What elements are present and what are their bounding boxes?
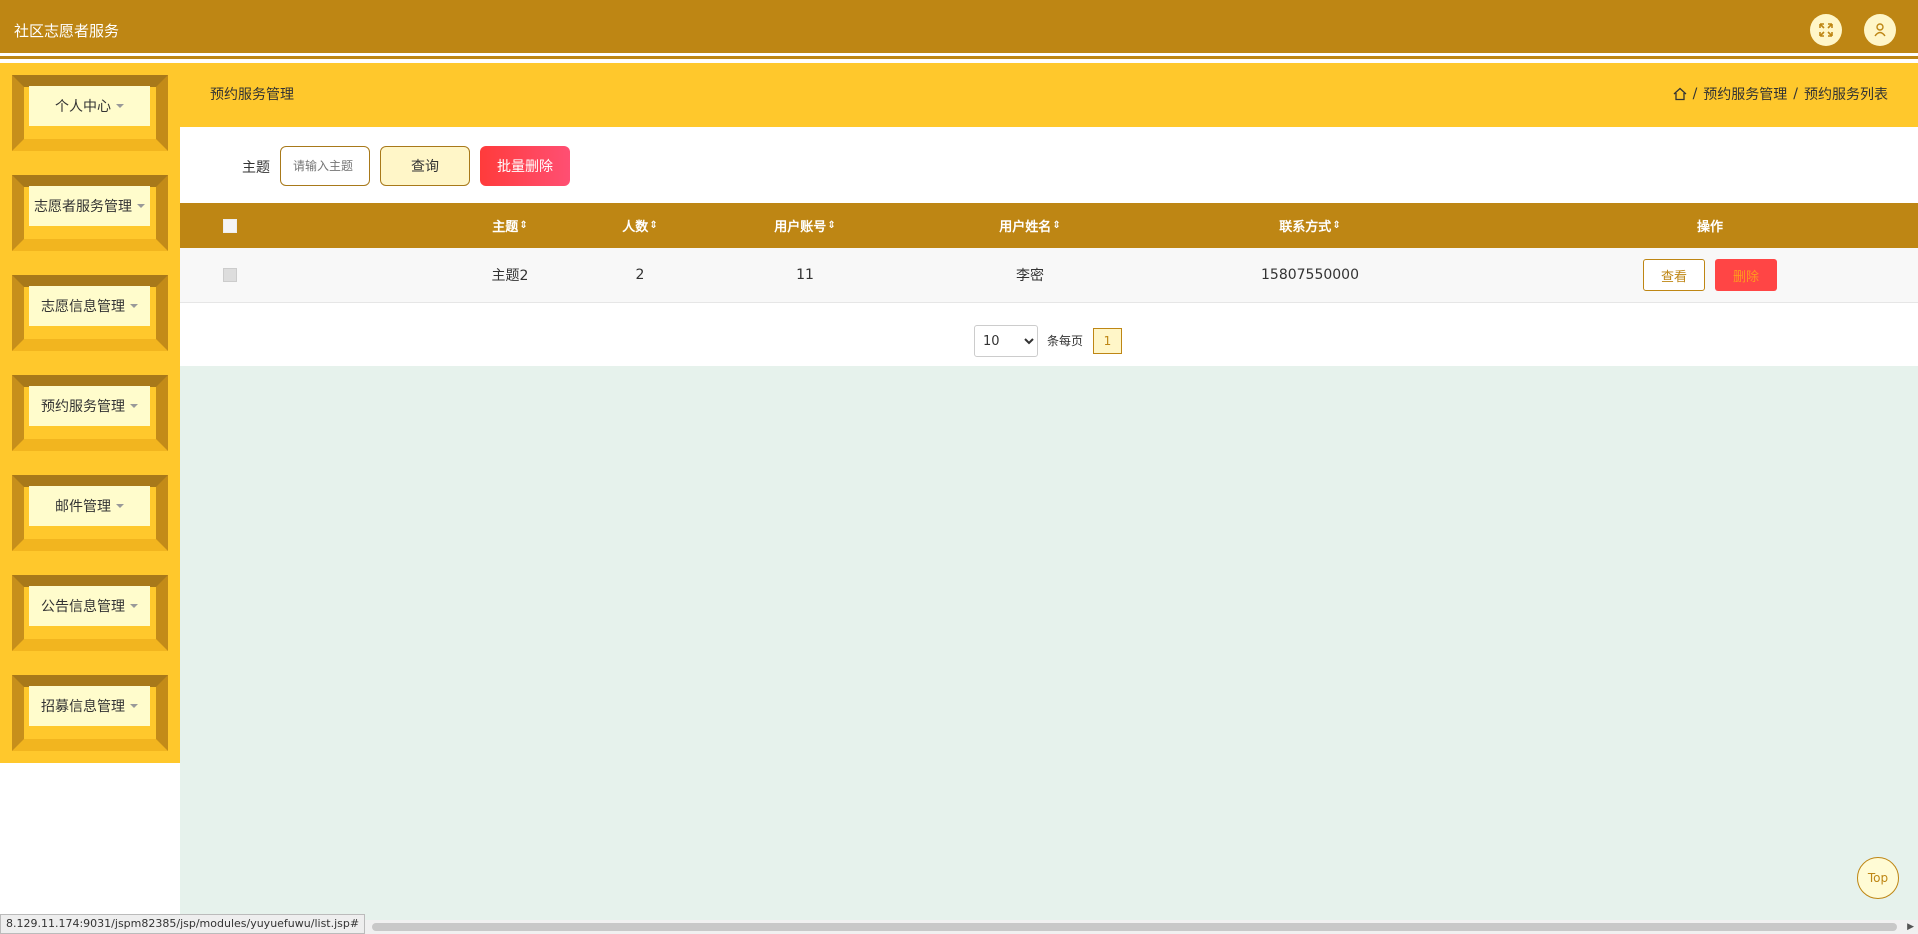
sidebar-button[interactable]: 预约服务管理 xyxy=(29,386,150,426)
caret-down-icon xyxy=(116,104,124,108)
sidebar-item-reservation: 预约服务管理 xyxy=(0,363,180,463)
column-header-topic[interactable]: 主题 ⇕ xyxy=(480,203,540,248)
cell-count: 2 xyxy=(635,267,645,283)
caret-down-icon xyxy=(130,404,138,408)
cell-contact: 15807550000 xyxy=(1261,267,1359,283)
caret-down-icon xyxy=(116,504,124,508)
sidebar: 个人中心 志愿者服务管理 志愿信息管理 预约服务管理 邮件管理 公告信息管理 招… xyxy=(0,63,180,763)
header-divider xyxy=(0,53,1918,63)
table-row: 主题2 2 11 李密 15807550000 查看 删除 xyxy=(180,248,1918,303)
per-page-label: 条每页 xyxy=(1047,334,1084,348)
column-header-count[interactable]: 人数 ⇕ xyxy=(610,203,670,248)
search-label: 主题 xyxy=(242,160,270,176)
page-number-button[interactable]: 1 xyxy=(1093,328,1122,354)
sort-icon: ⇕ xyxy=(1052,220,1061,231)
row-checkbox[interactable] xyxy=(223,268,237,282)
breadcrumb-separator: / xyxy=(1793,86,1798,102)
sidebar-item-label: 邮件管理 xyxy=(55,499,111,515)
sidebar-item-announcement: 公告信息管理 xyxy=(0,563,180,663)
sort-icon: ⇕ xyxy=(649,220,658,231)
sidebar-button[interactable]: 招募信息管理 xyxy=(29,686,150,726)
sidebar-button[interactable]: 志愿信息管理 xyxy=(29,286,150,326)
caret-down-icon xyxy=(137,204,145,208)
fullscreen-icon[interactable] xyxy=(1810,14,1842,46)
status-bar-url: 8.129.11.174:9031/jspm82385/jsp/modules/… xyxy=(0,914,366,934)
sidebar-item-label: 公告信息管理 xyxy=(41,599,125,615)
delete-button[interactable]: 删除 xyxy=(1715,259,1777,291)
breadcrumb-separator: / xyxy=(1692,86,1698,102)
sidebar-item-volunteer-service: 志愿者服务管理 xyxy=(0,163,180,263)
sidebar-item-label: 预约服务管理 xyxy=(41,399,125,415)
sort-icon: ⇕ xyxy=(1332,220,1341,231)
home-icon[interactable] xyxy=(1673,87,1687,101)
sidebar-item-label: 招募信息管理 xyxy=(41,699,125,715)
sidebar-item-mail: 邮件管理 xyxy=(0,463,180,563)
sidebar-button[interactable]: 邮件管理 xyxy=(29,486,150,526)
back-to-top-button[interactable]: Top xyxy=(1857,857,1899,899)
page-size-select[interactable]: 10 xyxy=(974,325,1038,357)
cell-name: 李密 xyxy=(1016,268,1044,284)
expand-arrows-icon xyxy=(1819,23,1833,37)
column-header-actions: 操作 xyxy=(1696,220,1723,235)
column-header-contact[interactable]: 联系方式 ⇕ xyxy=(1235,203,1385,248)
breadcrumb: / 预约服务管理 / 预约服务列表 xyxy=(1673,84,1888,104)
sort-icon: ⇕ xyxy=(519,220,528,231)
sidebar-item-volunteer-info: 志愿信息管理 xyxy=(0,263,180,363)
app-title: 社区志愿者服务 xyxy=(14,22,120,40)
select-all-checkbox[interactable] xyxy=(223,218,237,233)
top-bar: 社区志愿者服务 xyxy=(0,0,1918,53)
sort-icon: ⇕ xyxy=(827,220,836,231)
view-button[interactable]: 查看 xyxy=(1643,259,1705,291)
sidebar-item-label: 志愿者服务管理 xyxy=(34,199,132,215)
breadcrumb-bar: 预约服务管理 / 预约服务管理 / 预约服务列表 xyxy=(180,63,1918,127)
user-icon[interactable] xyxy=(1864,14,1896,46)
pagination: 10 条每页 1 xyxy=(180,303,1918,366)
person-icon xyxy=(1874,23,1886,37)
page-title: 预约服务管理 xyxy=(210,87,294,103)
caret-down-icon xyxy=(130,704,138,708)
breadcrumb-item: 预约服务列表 xyxy=(1804,87,1888,103)
search-input[interactable] xyxy=(280,146,370,186)
cell-topic: 主题2 xyxy=(491,268,529,284)
query-button[interactable]: 查询 xyxy=(380,146,470,186)
breadcrumb-item[interactable]: 预约服务管理 xyxy=(1703,84,1787,104)
scroll-right-icon[interactable]: ▶ xyxy=(1907,922,1914,932)
sidebar-item-personal-center: 个人中心 xyxy=(0,63,180,163)
cell-account: 11 xyxy=(796,267,814,283)
cell-actions: 查看 删除 xyxy=(1630,248,1790,302)
sidebar-item-label: 个人中心 xyxy=(55,99,111,115)
sidebar-blank xyxy=(0,763,180,934)
table-header: 主题 ⇕ 人数 ⇕ 用户账号 ⇕ 用户姓名 ⇕ 联系方式 ⇕ 操作 xyxy=(180,203,1918,248)
column-header-name[interactable]: 用户姓名 ⇕ xyxy=(970,203,1090,248)
caret-down-icon xyxy=(130,304,138,308)
sidebar-button[interactable]: 公告信息管理 xyxy=(29,586,150,626)
sidebar-item-recruitment: 招募信息管理 xyxy=(0,663,180,763)
column-header-account[interactable]: 用户账号 ⇕ xyxy=(755,203,855,248)
sidebar-button[interactable]: 个人中心 xyxy=(29,86,150,126)
sidebar-button[interactable]: 志愿者服务管理 xyxy=(29,186,150,226)
main-content: 预约服务管理 / 预约服务管理 / 预约服务列表 主题 查询 批量删除 主题⇕ … xyxy=(180,63,1918,924)
batch-delete-button[interactable]: 批量删除 xyxy=(480,146,570,186)
sidebar-item-label: 志愿信息管理 xyxy=(41,299,125,315)
caret-down-icon xyxy=(130,604,138,608)
scrollbar-thumb[interactable] xyxy=(372,923,1897,931)
